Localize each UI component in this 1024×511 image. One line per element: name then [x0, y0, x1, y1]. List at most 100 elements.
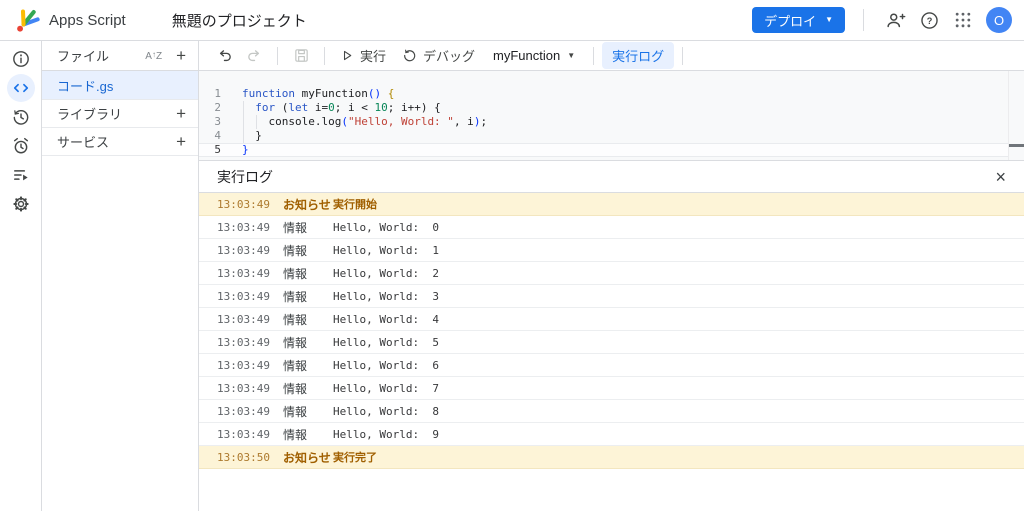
execution-log-title: 実行ログ [217, 168, 273, 185]
log-message: Hello, World: 0 [333, 220, 439, 234]
toolbar-divider [682, 46, 684, 65]
log-message: Hello, World: 7 [333, 381, 439, 395]
log-timestamp: 13:03:49 [217, 404, 270, 418]
cursor-position-marker [1009, 144, 1024, 147]
log-message: Hello, World: 8 [333, 404, 439, 418]
files-header: ファイル A↑Z + [42, 41, 198, 71]
line-number: 1 [214, 87, 221, 100]
code-text: console.log("Hello, World: ", i); [242, 115, 488, 128]
log-message: 実行開始 [333, 198, 377, 211]
add-service-button[interactable]: + [172, 133, 190, 150]
log-message: 実行完了 [333, 451, 377, 464]
services-section[interactable]: サービス + [42, 128, 198, 156]
code-text: } [242, 129, 262, 142]
log-row: 13:03:49 情報 Hello, World: 2 [199, 262, 1024, 285]
executions-list-icon[interactable] [7, 161, 35, 189]
toolbar-divider [277, 46, 278, 65]
debug-button[interactable]: デバッグ [394, 43, 483, 69]
log-row: 13:03:49 お知らせ 実行開始 [199, 193, 1024, 216]
file-panel: ファイル A↑Z + コード.gs ライブラリ + サービス + [42, 41, 199, 511]
triggers-alarm-icon[interactable] [7, 132, 35, 160]
log-timestamp: 13:03:49 [217, 381, 270, 395]
log-row: 13:03:49 情報 Hello, World: 1 [199, 239, 1024, 262]
log-row: 13:03:49 情報 Hello, World: 7 [199, 377, 1024, 400]
deploy-button-label: デプロイ [764, 13, 817, 29]
log-row: 13:03:49 情報 Hello, World: 8 [199, 400, 1024, 423]
chevron-down-icon: ▼ [567, 51, 576, 60]
overview-ruler[interactable] [1008, 71, 1024, 160]
log-timestamp: 13:03:49 [217, 289, 270, 303]
code-line-3[interactable]: 3 console.log("Hello, World: ", i); [199, 115, 1008, 129]
toolbar-divider [593, 46, 595, 65]
top-header: Apps Script 無題のプロジェクト デプロイ ▼ ? O [0, 0, 1024, 41]
function-selector[interactable]: myFunction ▼ [483, 43, 585, 69]
log-message: Hello, World: 4 [333, 312, 439, 326]
log-type: 情報 [283, 335, 308, 350]
log-row: 13:03:49 情報 Hello, World: 6 [199, 354, 1024, 377]
log-type: 情報 [283, 404, 308, 419]
code-editor[interactable]: 1 function myFunction() {2 for (let i=0; … [199, 71, 1024, 161]
log-message: Hello, World: 6 [333, 358, 439, 372]
libraries-label: ライブラリ [57, 107, 123, 122]
sort-az-icon[interactable]: A↑Z [145, 50, 162, 62]
log-type: 情報 [283, 289, 308, 304]
account-avatar[interactable]: O [986, 7, 1012, 33]
overview-info-icon[interactable] [7, 45, 35, 73]
log-row: 13:03:49 情報 Hello, World: 3 [199, 285, 1024, 308]
app-name: Apps Script [49, 11, 126, 29]
close-icon[interactable]: × [991, 168, 1010, 186]
libraries-section[interactable]: ライブラリ + [42, 100, 198, 128]
run-button-label: 実行 [360, 49, 387, 64]
file-name: コード.gs [57, 78, 114, 94]
add-library-button[interactable]: + [172, 105, 190, 122]
code-line-1[interactable]: 1 function myFunction() { [199, 87, 1008, 101]
add-file-button[interactable]: + [172, 47, 190, 64]
settings-gear-icon[interactable] [7, 190, 35, 218]
help-icon[interactable]: ? [912, 3, 946, 37]
log-type: 情報 [283, 266, 308, 281]
execution-log-header: 実行ログ × [199, 161, 1024, 193]
code-line-4[interactable]: 4 } [199, 129, 1008, 143]
run-button[interactable]: 実行 [333, 43, 394, 69]
svg-text:?: ? [926, 16, 932, 26]
debug-icon [404, 49, 416, 62]
code-text: for (let i=0; i < 10; i++) { [255, 101, 441, 114]
code-line-5[interactable]: 5} [199, 143, 1008, 157]
log-row: 13:03:49 情報 Hello, World: 4 [199, 308, 1024, 331]
deploy-button[interactable]: デプロイ ▼ [752, 7, 845, 33]
line-number: 3 [214, 115, 221, 128]
google-apps-grid-icon[interactable] [946, 3, 980, 37]
log-timestamp: 13:03:49 [217, 197, 270, 211]
execution-log-toggle-button[interactable]: 実行ログ [602, 42, 675, 69]
log-message: Hello, World: 9 [333, 427, 439, 441]
line-number: 5 [214, 143, 221, 156]
log-type: 情報 [283, 381, 308, 396]
redo-icon[interactable] [242, 44, 266, 68]
log-timestamp: 13:03:49 [217, 220, 270, 234]
editor-toolbar: 実行 デバッグ myFunction ▼ 実行ログ [199, 41, 1024, 71]
apps-script-logo-icon [17, 8, 40, 32]
log-timestamp: 13:03:49 [217, 312, 270, 326]
code-line-2[interactable]: 2 for (let i=0; i < 10; i++) { [199, 101, 1008, 115]
code-editor-icon[interactable] [6, 74, 35, 102]
deploy-caret-icon: ▼ [825, 15, 833, 24]
log-message: Hello, World: 2 [333, 266, 439, 280]
share-person-add-icon[interactable] [878, 3, 912, 37]
log-timestamp: 13:03:49 [217, 335, 270, 349]
log-timestamp: 13:03:49 [217, 427, 270, 441]
line-number: 4 [214, 129, 221, 142]
log-type: お知らせ [283, 450, 331, 465]
toolbar-divider [324, 46, 325, 65]
project-history-icon[interactable] [7, 103, 35, 131]
log-type: 情報 [283, 243, 308, 258]
log-row: 13:03:49 情報 Hello, World: 5 [199, 331, 1024, 354]
log-timestamp: 13:03:49 [217, 358, 270, 372]
services-label: サービス [57, 135, 110, 150]
file-item-code-gs[interactable]: コード.gs [42, 71, 198, 100]
undo-icon[interactable] [212, 44, 236, 68]
log-row: 13:03:49 情報 Hello, World: 0 [199, 216, 1024, 239]
save-icon[interactable] [289, 44, 313, 68]
selected-function-name: myFunction [493, 48, 561, 63]
log-message: Hello, World: 5 [333, 335, 439, 349]
project-title[interactable]: 無題のプロジェクト [172, 10, 307, 31]
